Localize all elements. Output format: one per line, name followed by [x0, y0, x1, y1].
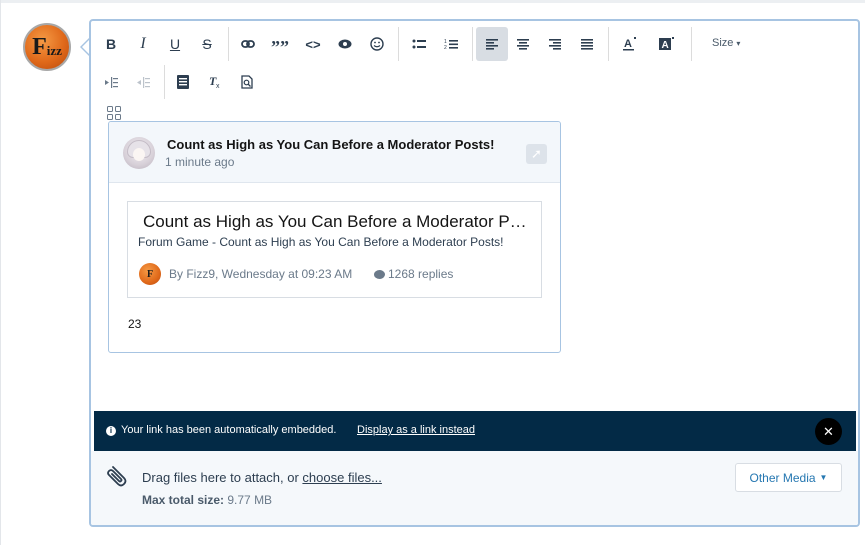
- user-avatar[interactable]: Fizz: [23, 23, 71, 71]
- align-justify-icon[interactable]: [572, 27, 602, 61]
- link-icon[interactable]: [233, 27, 263, 61]
- message-editor[interactable]: B I U S ”” <> 12 A A Size ▾ T x Count as…: [89, 19, 860, 527]
- avatar-pointer-inner: [82, 40, 89, 54]
- text-color-icon[interactable]: A: [614, 27, 644, 61]
- italic-icon[interactable]: I: [128, 27, 158, 61]
- thread-meta: By Fizz9, Wednesday at 09:23 AM: [169, 267, 353, 281]
- thread-title[interactable]: Count as High as You Can Before a Modera…: [143, 212, 533, 232]
- bold-glyph: B: [105, 36, 117, 52]
- thread-author-avatar[interactable]: F: [139, 263, 161, 285]
- code-glyph: <>: [305, 36, 321, 52]
- indent-icon[interactable]: [96, 65, 126, 99]
- choose-files-link[interactable]: choose files...: [302, 470, 382, 485]
- spoiler-eye-icon[interactable]: [330, 27, 360, 61]
- font-size-label: Size: [712, 37, 734, 49]
- bold-icon[interactable]: B: [96, 27, 126, 61]
- embed-header: Count as High as You Can Before a Modera…: [109, 122, 560, 183]
- notice-message: Your link has been automatically embedde…: [121, 424, 337, 436]
- page: Fizz B I U S ”” <> 12 A A Size ▾ T x Cou…: [0, 0, 865, 545]
- toolbar-separator: [691, 27, 692, 61]
- svg-text:x: x: [216, 83, 220, 89]
- avatar-letters: izz: [46, 43, 62, 58]
- align-right-icon[interactable]: [540, 27, 570, 61]
- other-media-label: Other Media: [749, 470, 816, 485]
- attach-text-prefix: Drag files here to attach, or: [142, 470, 303, 485]
- display-as-link-button[interactable]: Display as a link instead: [357, 424, 475, 436]
- embedded-thread-card[interactable]: Count as High as You Can Before a Modera…: [108, 121, 561, 353]
- embed-timestamp: 1 minute ago: [165, 155, 235, 169]
- max-size-label: Max total size:: [142, 493, 225, 507]
- toolbar-separator: [228, 27, 229, 61]
- strikethrough-icon[interactable]: S: [192, 27, 222, 61]
- toolbar-separator: [472, 27, 473, 61]
- svg-text:A: A: [624, 38, 632, 50]
- align-center-icon[interactable]: [508, 27, 538, 61]
- underline-icon[interactable]: U: [160, 27, 190, 61]
- embed-author-avatar[interactable]: [123, 137, 155, 169]
- toolbar-separator: [164, 65, 165, 99]
- max-size-value: 9.77 MB: [227, 493, 273, 507]
- close-icon[interactable]: ✕: [815, 418, 842, 445]
- avatar-letter: F: [32, 33, 47, 60]
- toolbar-separator: [608, 27, 609, 61]
- quote-glyph: ””: [271, 36, 289, 57]
- open-external-icon[interactable]: ➚: [526, 144, 547, 164]
- attachment-area: Drag files here to attach, or choose fil…: [91, 451, 858, 525]
- embed-notice-bar: i Your link has been automatically embed…: [94, 411, 856, 451]
- embed-body-text: 23: [128, 317, 142, 331]
- top-strip: [1, 0, 865, 3]
- chevron-down-icon: ▾: [736, 39, 741, 48]
- avatar-face: [133, 148, 145, 161]
- thread-replies: 1268 replies: [374, 267, 453, 281]
- quote-icon[interactable]: ””: [265, 27, 295, 61]
- info-icon: i: [106, 426, 116, 436]
- max-size-info: Max total size: 9.77 MB: [142, 493, 272, 507]
- insert-more-icon[interactable]: [168, 65, 198, 99]
- mini-avatar-letter: F: [146, 268, 154, 280]
- bullet-list-icon[interactable]: [404, 27, 434, 61]
- font-size-dropdown[interactable]: Size ▾: [712, 37, 740, 49]
- strike-glyph: S: [202, 36, 212, 52]
- paperclip-icon: [107, 466, 127, 487]
- caret-down-icon: ▼: [819, 473, 828, 482]
- code-icon[interactable]: <>: [298, 27, 328, 61]
- replies-count: 1268 replies: [388, 267, 454, 281]
- svg-text:A: A: [661, 40, 668, 51]
- thread-preview-card[interactable]: Count as High as You Can Before a Modera…: [127, 201, 542, 298]
- background-color-icon[interactable]: A: [651, 27, 681, 61]
- attach-instructions: Drag files here to attach, or choose fil…: [142, 470, 382, 485]
- toolbar-separator: [398, 27, 399, 61]
- thread-subtitle: Forum Game - Count as High as You Can Be…: [138, 235, 504, 249]
- underline-glyph: U: [169, 36, 181, 52]
- comment-bubble-icon: [374, 270, 385, 279]
- outdent-icon[interactable]: [128, 65, 158, 99]
- align-left-icon[interactable]: [476, 27, 508, 61]
- svg-text:2: 2: [444, 45, 447, 50]
- embed-handle-icon[interactable]: [107, 106, 121, 120]
- preview-icon[interactable]: [232, 65, 262, 99]
- numbered-list-icon[interactable]: 12: [436, 27, 466, 61]
- other-media-button[interactable]: Other Media ▼: [735, 463, 842, 492]
- italic-glyph: I: [140, 35, 146, 52]
- clear-format-icon[interactable]: Tx: [200, 65, 230, 99]
- embed-title[interactable]: Count as High as You Can Before a Modera…: [167, 137, 494, 152]
- smiley-icon[interactable]: [362, 27, 392, 61]
